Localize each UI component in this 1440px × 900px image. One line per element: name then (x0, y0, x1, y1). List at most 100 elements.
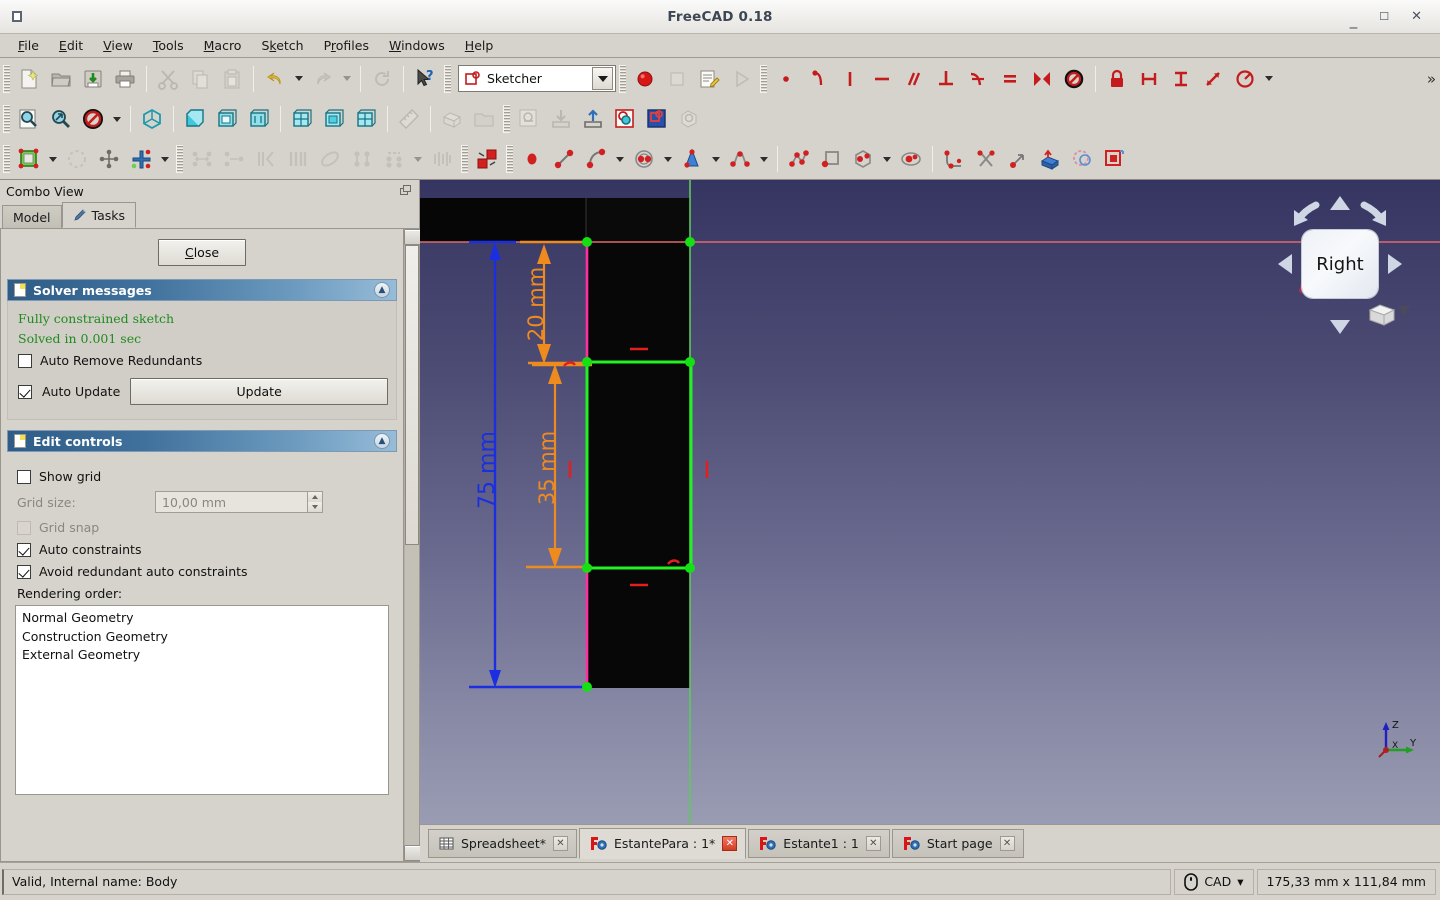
constrain-perpendicular-icon[interactable] (930, 63, 962, 95)
create-line-icon[interactable] (548, 143, 580, 175)
constrain-angle-dropdown-icon[interactable] (1261, 63, 1277, 95)
select-horizontal-axis-icon[interactable] (186, 143, 218, 175)
edit-sketch-icon[interactable] (641, 103, 673, 135)
create-bspline-dropdown-icon[interactable] (756, 143, 772, 175)
constrain-distance-icon[interactable] (1197, 63, 1229, 95)
paste-icon[interactable] (216, 63, 248, 95)
refresh-icon[interactable] (366, 63, 398, 95)
collapse-chevron-icon[interactable]: ▲ (374, 282, 390, 298)
tab-close-icon[interactable]: ✕ (722, 836, 738, 851)
right-view-icon[interactable] (243, 103, 275, 135)
construction-mode-icon[interactable] (1066, 143, 1098, 175)
toolbar-grip[interactable] (3, 64, 10, 93)
macro-execute-icon[interactable] (725, 63, 757, 95)
macro-stop-icon[interactable] (661, 63, 693, 95)
toolbar-grip[interactable] (461, 145, 468, 173)
macro-edit-icon[interactable] (693, 63, 725, 95)
minimize-button[interactable]: _ (1350, 13, 1358, 28)
close-button[interactable]: ✕ (1411, 10, 1422, 23)
toggle-construction-icon[interactable] (13, 143, 45, 175)
select-origin-icon[interactable] (250, 143, 282, 175)
navigation-cube[interactable]: Right (1270, 188, 1410, 348)
rendering-order-list[interactable]: Normal Geometry Construction Geometry Ex… (15, 605, 389, 795)
toolbar-grip[interactable] (503, 105, 510, 133)
create-point-icon[interactable] (516, 143, 548, 175)
view-sketch-icon[interactable] (609, 103, 641, 135)
draw-style-dropdown-icon[interactable] (109, 103, 125, 135)
visual-sketch-icon[interactable] (426, 143, 458, 175)
redo-dropdown-icon[interactable] (339, 63, 355, 95)
tab-estantepara[interactable]: EstantePara : 1* ✕ (579, 828, 747, 859)
print-icon[interactable] (109, 63, 141, 95)
validate-sketch-icon[interactable] (471, 143, 503, 175)
auto-remove-redundants-row[interactable]: Auto Remove Redundants (18, 353, 388, 368)
update-button[interactable]: Update (130, 378, 388, 405)
workbench-dropdown-icon[interactable] (592, 67, 613, 90)
tab-model[interactable]: Model (2, 205, 62, 228)
auto-constraints-row[interactable]: Auto constraints (17, 542, 389, 557)
menu-tools[interactable]: Tools (143, 35, 194, 56)
tab-close-icon[interactable]: ✕ (553, 836, 568, 851)
maximize-button[interactable]: ☐ (1379, 11, 1389, 22)
constrain-angle-icon[interactable] (1229, 63, 1261, 95)
create-circle-icon[interactable] (628, 143, 660, 175)
grid-size-decrement[interactable] (308, 502, 322, 512)
create-circle-dropdown-icon[interactable] (660, 143, 676, 175)
toggle-construction-dropdown-icon[interactable] (45, 143, 61, 175)
detach-sketch-icon[interactable] (577, 103, 609, 135)
fit-selection-icon[interactable] (45, 103, 77, 135)
select-constraints-icon[interactable] (282, 143, 314, 175)
extend-edge-icon[interactable] (1002, 143, 1034, 175)
menu-macro[interactable]: Macro (194, 35, 252, 56)
left-view-icon[interactable] (350, 103, 382, 135)
3d-view-canvas[interactable]: 75 mm 20 mm 35 mm Right Z Y X (420, 180, 1440, 824)
toolbar-grip[interactable] (506, 145, 513, 173)
solver-messages-header[interactable]: Solver messages ▲ (7, 279, 397, 301)
close-button[interactable]: Close (157, 239, 247, 266)
trim-edge-icon[interactable] (970, 143, 1002, 175)
constrain-distance-y-icon[interactable] (1165, 63, 1197, 95)
tab-close-icon[interactable]: ✕ (999, 836, 1015, 851)
toolbar-grip[interactable] (619, 64, 626, 93)
scrollbar-track[interactable] (404, 245, 419, 845)
constrain-equal-icon[interactable] (994, 63, 1026, 95)
menu-edit[interactable]: Edit (49, 35, 93, 56)
menu-help[interactable]: Help (455, 35, 504, 56)
auto-constraints-checkbox[interactable] (17, 542, 31, 557)
rectangular-array-dropdown-icon[interactable] (157, 143, 173, 175)
part-group-icon[interactable] (468, 103, 500, 135)
fit-all-icon[interactable] (13, 103, 45, 135)
navigation-style-dropdown-icon[interactable]: ▾ (1237, 874, 1243, 889)
tab-start-page[interactable]: Start page ✕ (891, 829, 1024, 858)
show-hide-dropdown-icon[interactable] (410, 143, 426, 175)
cut-scissors-icon[interactable] (152, 63, 184, 95)
rear-view-icon[interactable] (286, 103, 318, 135)
create-conic-icon[interactable] (676, 143, 708, 175)
constrain-horizontal-icon[interactable] (866, 63, 898, 95)
auto-remove-redundants-checkbox[interactable] (18, 353, 32, 368)
map-sketch-icon[interactable] (673, 103, 705, 135)
top-view-icon[interactable] (211, 103, 243, 135)
toolbar-grip[interactable] (760, 64, 767, 93)
create-rectangle-icon[interactable] (815, 143, 847, 175)
toolbar-grip[interactable] (176, 145, 183, 173)
edit-controls-header[interactable]: Edit controls ▲ (7, 430, 397, 452)
create-fillet-icon[interactable] (938, 143, 970, 175)
clone-icon[interactable] (93, 143, 125, 175)
grid-snap-checkbox[interactable] (17, 520, 31, 535)
carbon-copy-icon[interactable] (1098, 143, 1130, 175)
undo-arrow-icon[interactable] (259, 63, 291, 95)
constrain-vertical-icon[interactable] (834, 63, 866, 95)
avoid-redundant-checkbox[interactable] (17, 564, 31, 579)
attach-sketch-icon[interactable] (545, 103, 577, 135)
undo-dropdown-icon[interactable] (291, 63, 307, 95)
constrain-lock-icon[interactable] (1101, 63, 1133, 95)
create-arc-dropdown-icon[interactable] (612, 143, 628, 175)
collapse-chevron-icon[interactable]: ▲ (374, 433, 390, 449)
create-regular-polygon-icon[interactable] (847, 143, 879, 175)
navigation-style-selector[interactable]: CAD ▾ (1174, 868, 1254, 895)
tab-tasks[interactable]: Tasks (61, 202, 137, 228)
toolbar-grip[interactable] (3, 105, 10, 133)
select-redundant-icon[interactable] (346, 143, 378, 175)
create-conic-dropdown-icon[interactable] (708, 143, 724, 175)
